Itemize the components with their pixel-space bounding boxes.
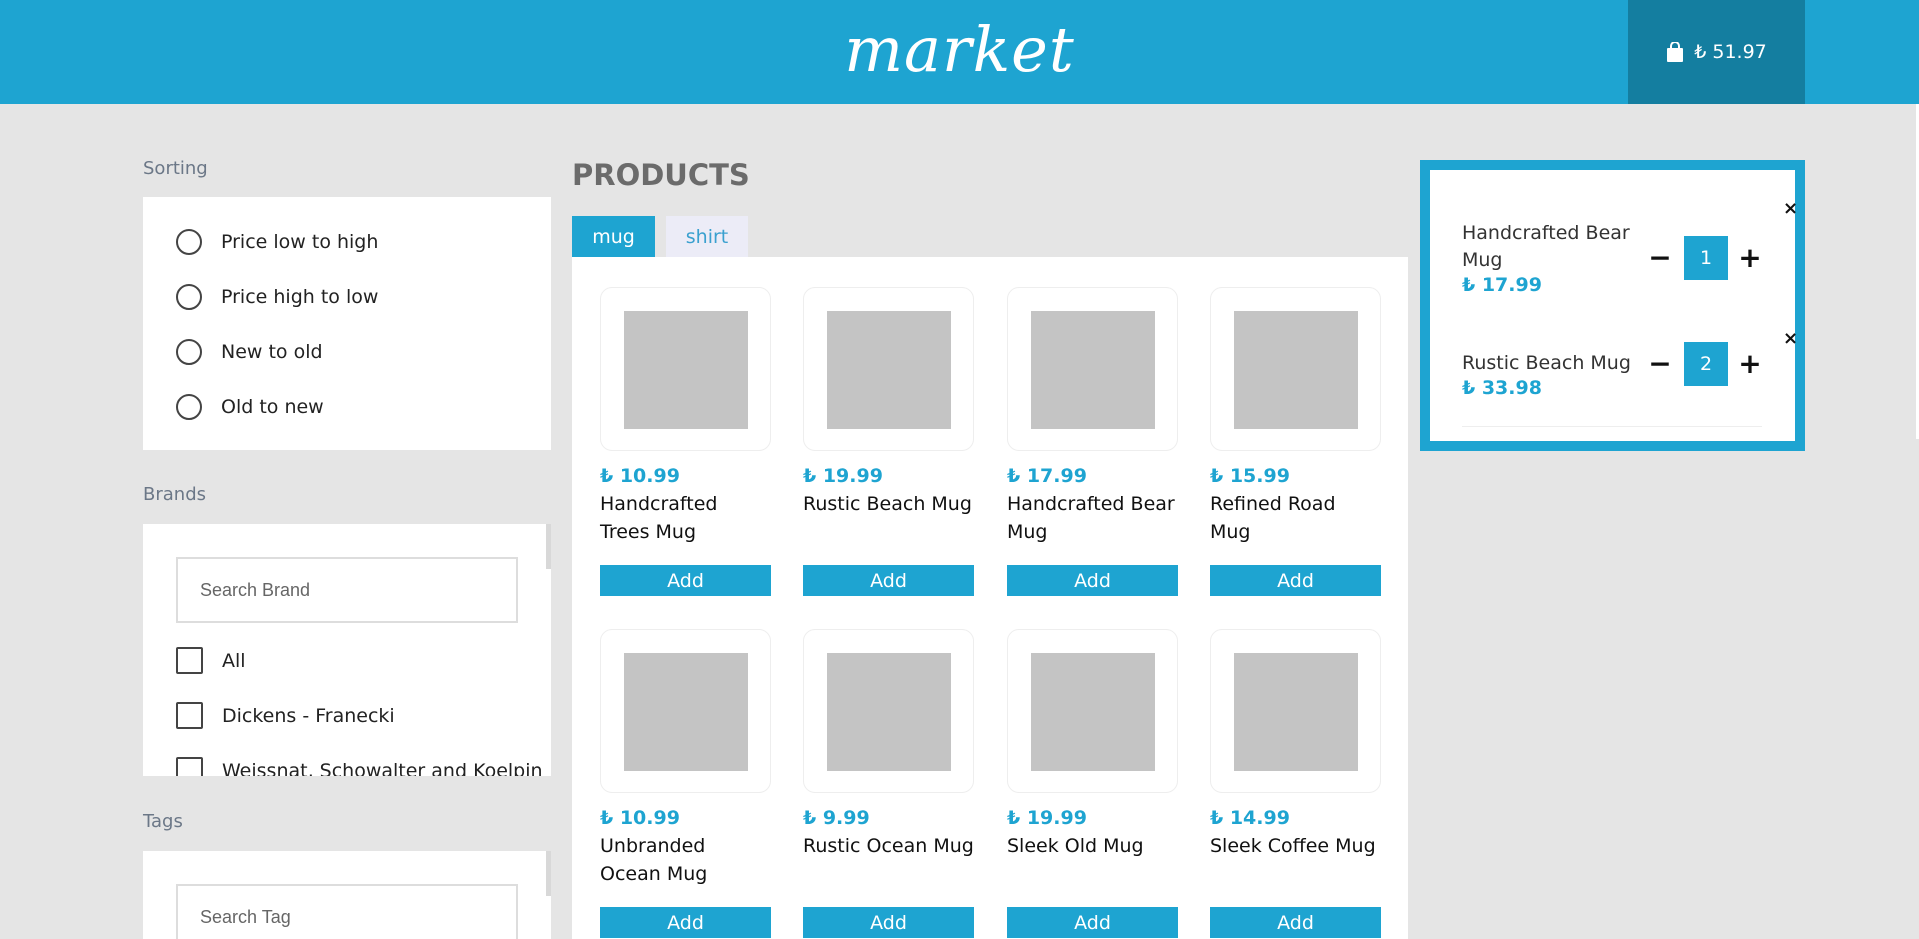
image-placeholder <box>624 311 748 429</box>
products-panel: ₺ 10.99 Handcrafted Trees Mug Add ₺ 19.9… <box>572 257 1408 939</box>
product-image <box>803 287 974 451</box>
brand-item-weissnat[interactable]: Weissnat, Schowalter and Koelpin <box>176 757 543 776</box>
sort-option-label: New to old <box>221 341 323 363</box>
shopping-bag-icon <box>1667 42 1684 62</box>
cart-total: ₺ 51.97 <box>1694 41 1767 63</box>
image-placeholder <box>1234 653 1358 771</box>
header: market ₺ 51.97 <box>0 0 1919 104</box>
sort-option-new-old[interactable]: New to old <box>176 339 323 365</box>
product-name: Rustic Ocean Mug <box>803 835 974 857</box>
brand-search-input[interactable] <box>176 557 518 623</box>
product-price: ₺ 9.99 <box>803 807 870 829</box>
add-to-cart-button[interactable]: Add <box>600 907 771 938</box>
tags-panel <box>143 851 551 939</box>
product-price: ₺ 14.99 <box>1210 807 1290 829</box>
add-to-cart-button[interactable]: Add <box>1210 907 1381 938</box>
product-image <box>1007 629 1178 793</box>
checkbox[interactable] <box>176 647 203 674</box>
radio-button[interactable] <box>176 229 202 255</box>
sort-option-price-high-low[interactable]: Price high to low <box>176 284 378 310</box>
increase-quantity-button[interactable]: + <box>1738 350 1762 378</box>
brand-label: All <box>222 649 246 672</box>
brands-title: Brands <box>143 484 206 505</box>
decrease-quantity-button[interactable]: − <box>1648 244 1672 272</box>
checkbox[interactable] <box>176 757 203 776</box>
remove-item-button[interactable]: × <box>1783 198 1798 219</box>
basket-item: Handcrafted Bear Mug ₺ 17.99 − 1 + <box>1462 220 1764 320</box>
sort-option-label: Price low to high <box>221 231 379 253</box>
increase-quantity-button[interactable]: + <box>1738 244 1762 272</box>
product-name: Rustic Beach Mug <box>803 493 972 515</box>
radio-button[interactable] <box>176 394 202 420</box>
brand-label: Weissnat, Schowalter and Koelpin <box>222 759 543 777</box>
add-to-cart-button[interactable]: Add <box>803 565 974 596</box>
basket-item-price: ₺ 33.98 <box>1462 377 1542 399</box>
sorting-title: Sorting <box>143 158 208 179</box>
product-image <box>1210 629 1381 793</box>
tab-mug[interactable]: mug <box>572 216 655 257</box>
product-name: Sleek Coffee Mug <box>1210 835 1376 857</box>
product-image <box>803 629 974 793</box>
sort-option-old-new[interactable]: Old to new <box>176 394 324 420</box>
product-price: ₺ 10.99 <box>600 465 680 487</box>
basket-item-price: ₺ 17.99 <box>1462 274 1542 296</box>
tab-shirt[interactable]: shirt <box>666 216 748 257</box>
image-placeholder <box>827 653 951 771</box>
brand-item-dickens-franecki[interactable]: Dickens - Franecki <box>176 702 395 729</box>
cart-button[interactable]: ₺ 51.97 <box>1628 0 1805 104</box>
product-name: Refined Road Mug <box>1210 493 1336 543</box>
radio-button[interactable] <box>176 339 202 365</box>
product-image <box>1007 287 1178 451</box>
brand-label: Dickens - Franecki <box>222 704 395 727</box>
basket-divider <box>1462 426 1762 427</box>
decrease-quantity-button[interactable]: − <box>1648 350 1672 378</box>
add-to-cart-button[interactable]: Add <box>1210 565 1381 596</box>
product-image <box>600 287 771 451</box>
brands-scrollbar[interactable] <box>546 524 551 569</box>
image-placeholder <box>1234 311 1358 429</box>
basket-panel: Handcrafted Bear Mug ₺ 17.99 − 1 + × Rus… <box>1420 160 1805 451</box>
sorting-panel: Price low to high Price high to low New … <box>143 197 551 450</box>
remove-item-button[interactable]: × <box>1783 328 1798 349</box>
image-placeholder <box>827 311 951 429</box>
product-name: Handcrafted Bear Mug <box>1007 493 1175 543</box>
add-to-cart-button[interactable]: Add <box>600 565 771 596</box>
product-image <box>600 629 771 793</box>
quantity-value: 1 <box>1684 236 1728 280</box>
product-image <box>1210 287 1381 451</box>
product-name: Handcrafted Trees Mug <box>600 493 718 543</box>
quantity-value: 2 <box>1684 342 1728 386</box>
product-price: ₺ 10.99 <box>600 807 680 829</box>
tags-title: Tags <box>143 811 183 832</box>
basket-item-name: Handcrafted Bear Mug <box>1462 222 1630 271</box>
basket-item: Rustic Beach Mug ₺ 33.98 − 2 + <box>1462 342 1764 450</box>
tags-scrollbar[interactable] <box>546 851 551 896</box>
products-title: PRODUCTS <box>572 158 750 192</box>
add-to-cart-button[interactable]: Add <box>1007 565 1178 596</box>
add-to-cart-button[interactable]: Add <box>803 907 974 938</box>
brand-item-all[interactable]: All <box>176 647 246 674</box>
product-name: Unbranded Ocean Mug <box>600 835 708 885</box>
tag-search-input[interactable] <box>176 884 518 939</box>
product-price: ₺ 19.99 <box>803 465 883 487</box>
radio-button[interactable] <box>176 284 202 310</box>
sort-option-price-low-high[interactable]: Price low to high <box>176 229 378 255</box>
add-to-cart-button[interactable]: Add <box>1007 907 1178 938</box>
product-price: ₺ 15.99 <box>1210 465 1290 487</box>
image-placeholder <box>1031 311 1155 429</box>
sort-option-label: Price high to low <box>221 286 379 308</box>
product-price: ₺ 19.99 <box>1007 807 1087 829</box>
sort-option-label: Old to new <box>221 396 324 418</box>
checkbox[interactable] <box>176 702 203 729</box>
product-price: ₺ 17.99 <box>1007 465 1087 487</box>
image-placeholder <box>1031 653 1155 771</box>
image-placeholder <box>624 653 748 771</box>
brands-panel: All Dickens - Franecki Weissnat, Schowal… <box>143 524 551 776</box>
basket-item-name: Rustic Beach Mug <box>1462 352 1631 374</box>
product-name: Sleek Old Mug <box>1007 835 1144 857</box>
